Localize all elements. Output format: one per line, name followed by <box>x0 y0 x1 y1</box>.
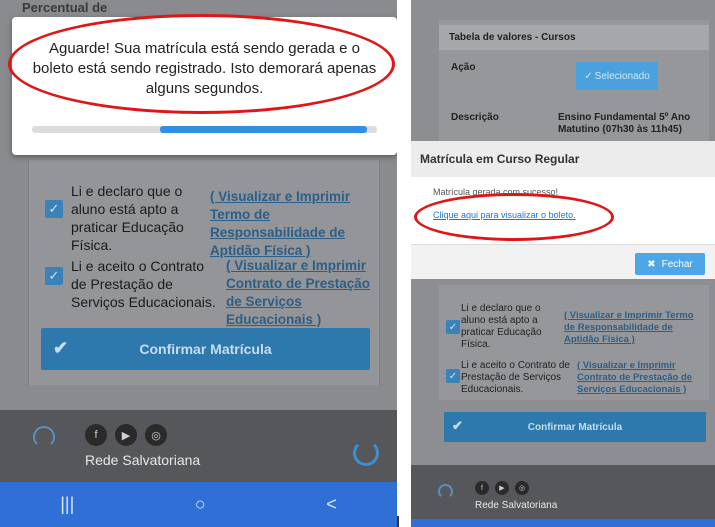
highlight-ellipse-loading <box>8 14 395 114</box>
checkbox-physical-ed[interactable]: ✓ <box>446 320 460 334</box>
footer <box>411 465 715 527</box>
divider <box>397 516 399 527</box>
progress-bar <box>32 126 377 133</box>
check-label-contract: Li e aceito o Contrato de Prestação de S… <box>461 360 570 395</box>
link-contract[interactable]: ( Visualizar e Imprimir Contrato de Pres… <box>226 257 381 329</box>
check-icon: ✔ <box>53 338 69 358</box>
link-contract[interactable]: ( Visualizar e Imprimir Contrato de Pres… <box>577 360 707 396</box>
back-icon[interactable]: < <box>326 494 337 515</box>
footer <box>0 410 397 482</box>
instagram-icon[interactable]: ◎ <box>515 481 529 495</box>
left-phone-screen: Percentual de ✓ Li e declaro que o aluno… <box>0 0 397 527</box>
description-value-line2: Matutino (07h30 às 11h45) <box>558 124 682 135</box>
instagram-icon[interactable]: ◎ <box>145 424 167 446</box>
selected-button[interactable]: ✓ Selecionado <box>576 62 658 90</box>
logo-icon <box>33 426 55 448</box>
check-label-contract: Li e aceito o Contrato de Prestação de S… <box>71 258 216 310</box>
checkbox-contract[interactable]: ✓ <box>446 369 460 383</box>
logo-icon <box>438 484 453 499</box>
check-row-contract: ✓ Li e aceito o Contrato de Prestação de… <box>45 257 381 329</box>
check-icon: ✓ <box>584 70 593 82</box>
check-row-physical-ed: ✓ Li e declaro que o aluno está apto a p… <box>45 182 380 260</box>
screenshot-composite: Percentual de ✓ Li e declaro que o aluno… <box>0 0 715 527</box>
description-value: Ensino Fundamental 5º Ano Matutino (07h3… <box>558 112 690 136</box>
confirm-enrollment-button[interactable]: ✔ Confirmar Matrícula <box>41 328 370 370</box>
home-icon[interactable]: ○ <box>195 494 206 515</box>
checkbox-physical-ed[interactable]: ✓ <box>45 200 63 218</box>
check-label-physical-ed: Li e declaro que o aluno está apto a pra… <box>461 303 542 350</box>
checkbox-contract[interactable]: ✓ <box>45 267 63 285</box>
facebook-icon[interactable]: f <box>85 424 107 446</box>
close-button[interactable]: ✖ Fechar <box>635 253 705 275</box>
close-icon: ✖ <box>647 258 656 270</box>
confirm-enrollment-label: Confirmar Matrícula <box>139 341 272 357</box>
close-label: Fechar <box>661 258 693 270</box>
confirm-enrollment-button[interactable]: ✔ Confirmar Matrícula <box>444 412 706 442</box>
check-icon: ✔ <box>452 418 463 433</box>
highlight-ellipse-link <box>414 193 614 241</box>
description-value-line1: Ensino Fundamental 5º Ano <box>558 112 691 123</box>
link-physical-ed-term[interactable]: ( Visualizar e Imprimir Termo de Respons… <box>210 188 380 260</box>
footer-brand: Rede Salvatoriana <box>475 500 558 511</box>
table-title: Tabela de valores - Cursos <box>439 25 709 50</box>
android-nav-bar: ||| ○ < <box>0 482 397 527</box>
android-nav-bar <box>411 519 715 527</box>
social-links: f ▶ ◎ <box>475 481 529 495</box>
recent-apps-icon[interactable]: ||| <box>60 494 74 515</box>
check-label-physical-ed: Li e declaro que o aluno está apto a pra… <box>71 183 184 253</box>
cut-off-label: Percentual de <box>22 0 108 15</box>
dialog-title: Matrícula em Curso Regular <box>411 141 715 177</box>
social-links: f ▶ ◎ <box>85 424 167 446</box>
youtube-icon[interactable]: ▶ <box>495 481 509 495</box>
progress-fill <box>159 126 367 133</box>
footer-brand: Rede Salvatoriana <box>85 452 201 468</box>
description-label: Descrição <box>451 112 499 123</box>
action-label: Ação <box>451 62 476 73</box>
facebook-icon[interactable]: f <box>475 481 489 495</box>
youtube-icon[interactable]: ▶ <box>115 424 137 446</box>
link-physical-ed-term[interactable]: ( Visualizar e Imprimir Termo de Respons… <box>564 310 704 346</box>
loading-spinner-icon <box>353 440 379 466</box>
selected-label: Selecionado <box>594 70 650 82</box>
right-phone-screen: Tabela de valores - Cursos Ação ✓ Seleci… <box>411 0 715 527</box>
confirm-enrollment-label: Confirmar Matrícula <box>527 421 623 433</box>
